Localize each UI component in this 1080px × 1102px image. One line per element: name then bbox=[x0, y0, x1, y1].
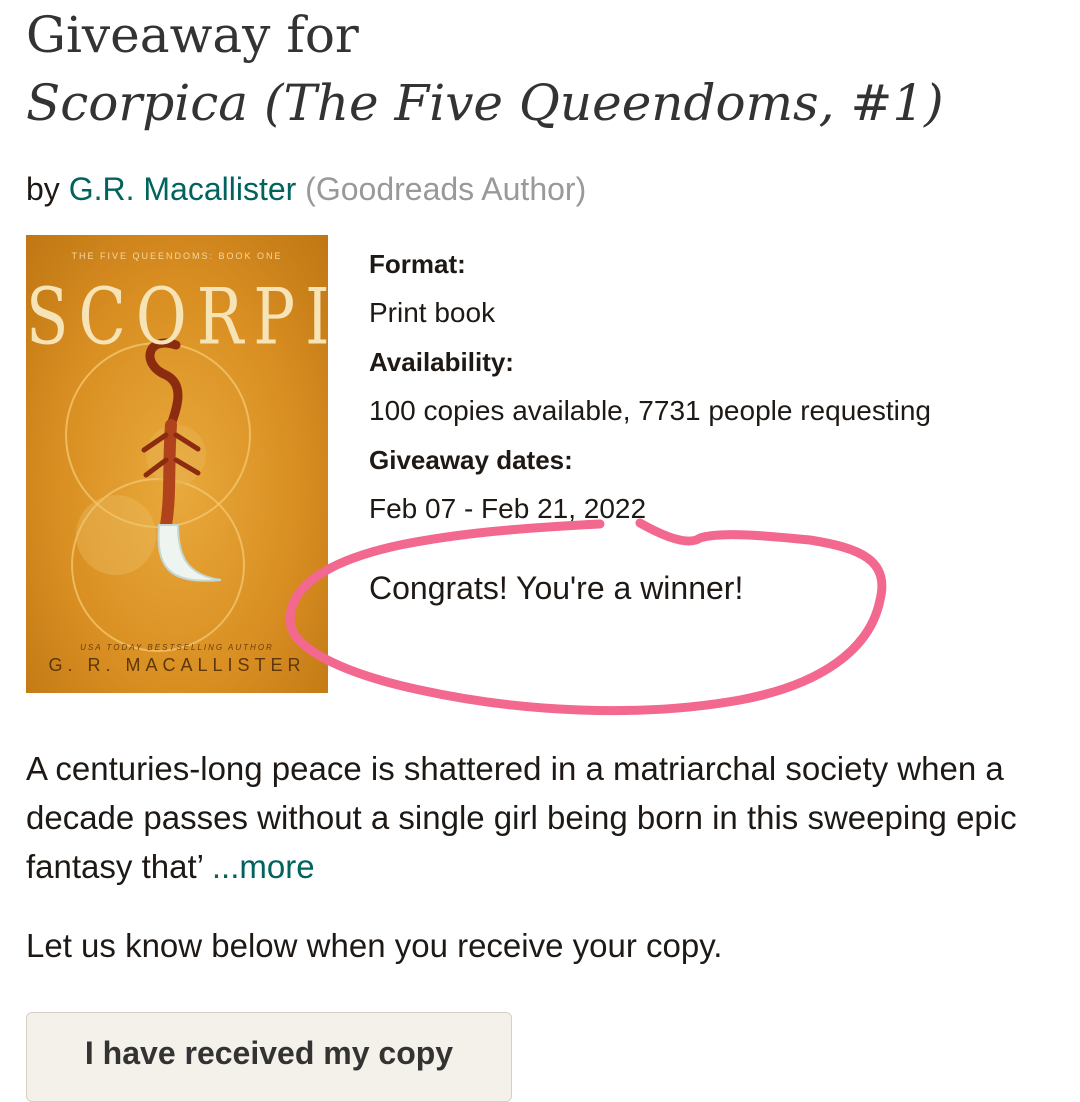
cover-bestseller-line: USA TODAY BESTSELLING AUTHOR bbox=[80, 643, 274, 652]
format-label: Format: bbox=[369, 249, 466, 279]
book-title: Scorpica (The Five Queendoms, #1) bbox=[26, 74, 944, 132]
cover-author: G. R. MACALLISTER bbox=[48, 655, 306, 675]
book-description: A centuries-long peace is shattered in a… bbox=[26, 744, 1066, 891]
giveaway-details: Format: Print book Availability: 100 cop… bbox=[369, 248, 1049, 542]
giveaway-dates-value: Feb 07 - Feb 21, 2022 bbox=[369, 493, 647, 524]
cover-title: SCORPICA bbox=[26, 271, 328, 363]
author-role: (Goodreads Author) bbox=[305, 171, 587, 207]
more-link[interactable]: ...more bbox=[212, 848, 315, 885]
description-text: A centuries-long peace is shattered in a… bbox=[26, 750, 1017, 885]
byline-by: by bbox=[26, 171, 60, 207]
availability-label: Availability: bbox=[369, 347, 514, 377]
giveaway-title-prefix: Giveaway for bbox=[26, 6, 359, 64]
winner-message: Congrats! You're a winner! bbox=[369, 570, 744, 606]
availability-value: 100 copies available, 7731 people reques… bbox=[369, 395, 931, 426]
book-cover[interactable]: THE FIVE QUEENDOMS: BOOK ONE SCORPICA US… bbox=[26, 235, 328, 693]
received-copy-button[interactable]: I have received my copy bbox=[26, 1012, 512, 1102]
byline: by G.R. Macallister (Goodreads Author) bbox=[26, 171, 586, 208]
cover-series-line: THE FIVE QUEENDOMS: BOOK ONE bbox=[71, 251, 283, 261]
format-value: Print book bbox=[369, 297, 496, 328]
receive-notice: Let us know below when you receive your … bbox=[26, 927, 723, 964]
giveaway-dates-label: Giveaway dates: bbox=[369, 445, 573, 475]
author-link[interactable]: G.R. Macallister bbox=[69, 171, 297, 207]
